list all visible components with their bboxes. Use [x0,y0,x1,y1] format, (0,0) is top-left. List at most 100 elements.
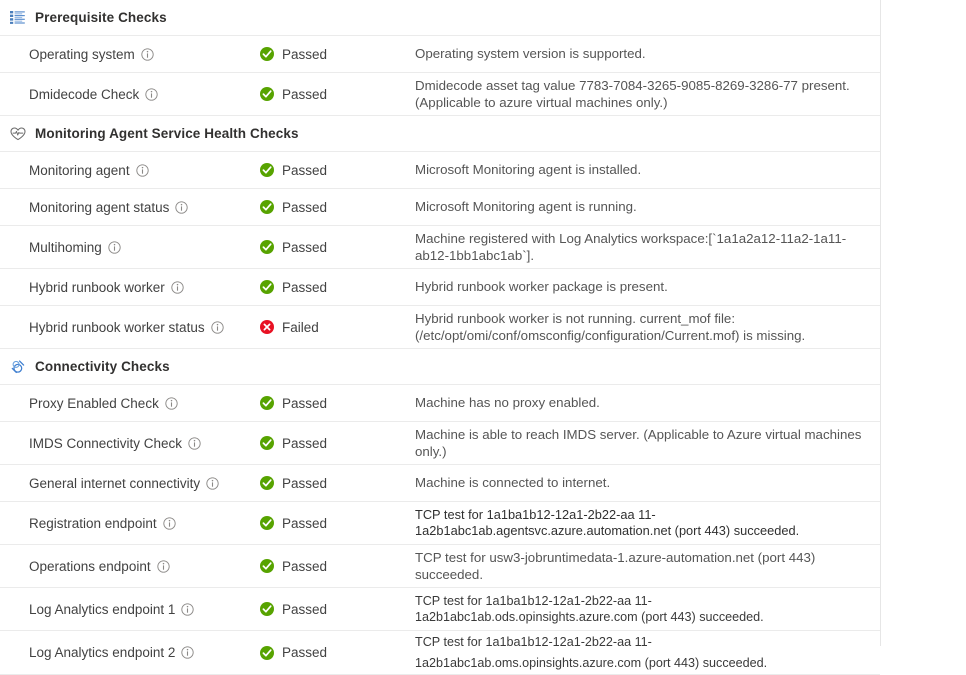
status-label: Passed [282,280,327,295]
info-icon[interactable] [145,88,158,101]
check-name-cell: Proxy Enabled Check [0,396,260,411]
check-name-cell: Log Analytics endpoint 1 [0,602,260,617]
check-name: Operating system [29,47,135,62]
check-name-cell: Hybrid runbook worker [0,280,260,295]
check-description: TCP test for 1a1ba1b12-12a1-2b22-aa 11-1… [415,507,880,539]
info-icon[interactable] [157,560,170,573]
passed-icon [260,396,274,410]
table-row[interactable]: Multihoming Passed M [0,226,880,269]
status-cell: Passed [260,87,415,102]
status-cell: Passed [260,240,415,255]
passed-icon [260,436,274,450]
status-cell: Passed [260,559,415,574]
status-label: Passed [282,645,327,660]
table-row[interactable]: IMDS Connectivity Check Passed [0,422,880,465]
check-name-cell: Dmidecode Check [0,87,260,102]
check-description: Dmidecode asset tag value 7783-7084-3265… [415,77,880,112]
check-name: Hybrid runbook worker status [29,320,205,335]
status-cell: Passed [260,645,415,660]
passed-icon [260,602,274,616]
table-row[interactable]: Hybrid runbook worker status Fail [0,306,880,349]
status-label: Failed [282,320,319,335]
status-cell: Passed [260,516,415,531]
check-name: General internet connectivity [29,476,200,491]
check-name-cell: General internet connectivity [0,476,260,491]
info-icon[interactable] [163,517,176,530]
check-name-cell: Monitoring agent [0,163,260,178]
info-icon[interactable] [181,646,194,659]
table-row[interactable]: Log Analytics endpoint 1 Passed [0,588,880,631]
status-label: Passed [282,47,327,62]
passed-icon [260,87,274,101]
check-name: Operations endpoint [29,559,151,574]
pane-right-divider [880,0,881,646]
check-description: Machine is able to reach IMDS server. (A… [415,426,880,461]
table-row[interactable]: Log Analytics endpoint 2 Passed [0,631,880,675]
passed-icon [260,559,274,573]
status-label: Passed [282,200,327,215]
check-name: Log Analytics endpoint 1 [29,602,175,617]
table-row[interactable]: Monitoring agent status Passed [0,189,880,226]
check-description: Machine is connected to internet. [415,474,880,492]
info-icon[interactable] [141,48,154,61]
passed-icon [260,200,274,214]
check-name-cell: IMDS Connectivity Check [0,436,260,451]
status-cell: Passed [260,280,415,295]
check-description: Microsoft Monitoring agent is installed. [415,161,880,179]
check-name-cell: Hybrid runbook worker status [0,320,260,335]
check-name: Log Analytics endpoint 2 [29,645,175,660]
check-description: Microsoft Monitoring agent is running. [415,198,880,216]
status-cell: Passed [260,163,415,178]
check-description: Operating system version is supported. [415,45,880,63]
status-label: Passed [282,240,327,255]
info-icon[interactable] [181,603,194,616]
section-header-connectivity-checks: Connectivity Checks [0,349,880,385]
check-name: Registration endpoint [29,516,157,531]
status-cell: Passed [260,47,415,62]
list-icon [9,9,26,26]
info-icon[interactable] [165,397,178,410]
section-title: Connectivity Checks [35,359,170,374]
info-icon[interactable] [175,201,188,214]
status-cell: Passed [260,436,415,451]
passed-icon [260,163,274,177]
table-row[interactable]: Registration endpoint Passed [0,502,880,545]
status-label: Passed [282,396,327,411]
info-icon[interactable] [211,321,224,334]
plug-connector-icon [9,358,26,375]
table-row[interactable]: Operating system Passed [0,36,880,73]
info-icon[interactable] [108,241,121,254]
info-icon[interactable] [206,477,219,490]
check-description: TCP test for 1a1ba1b12-12a1-2b22-aa 11-1… [415,593,880,625]
check-name-cell: Monitoring agent status [0,200,260,215]
check-description: Machine registered with Log Analytics wo… [415,230,880,265]
passed-icon [260,240,274,254]
check-name: IMDS Connectivity Check [29,436,182,451]
status-label: Passed [282,436,327,451]
table-row[interactable]: Dmidecode Check Passed [0,73,880,116]
section-header-prerequisite-checks: Prerequisite Checks [0,0,880,36]
table-row[interactable]: Operations endpoint Passed [0,545,880,588]
status-cell: Passed [260,476,415,491]
passed-icon [260,516,274,530]
table-row[interactable]: Monitoring agent Passed [0,152,880,189]
check-name-cell: Log Analytics endpoint 2 [0,645,260,660]
table-row[interactable]: Hybrid runbook worker Passed [0,269,880,306]
passed-icon [260,47,274,61]
check-name-cell: Registration endpoint [0,516,260,531]
health-checks-table: Prerequisite Checks Operating system [0,0,880,675]
table-row[interactable]: General internet connectivity Pas [0,465,880,502]
check-description: TCP test for usw3-jobruntimedata-1.azure… [415,549,880,584]
table-row[interactable]: Proxy Enabled Check Passed [0,385,880,422]
info-icon[interactable] [136,164,149,177]
check-name: Monitoring agent [29,163,130,178]
status-label: Passed [282,87,327,102]
check-name: Monitoring agent status [29,200,169,215]
passed-icon [260,280,274,294]
passed-icon [260,646,274,660]
status-label: Passed [282,559,327,574]
status-cell: Passed [260,602,415,617]
status-label: Passed [282,516,327,531]
info-icon[interactable] [171,281,184,294]
info-icon[interactable] [188,437,201,450]
